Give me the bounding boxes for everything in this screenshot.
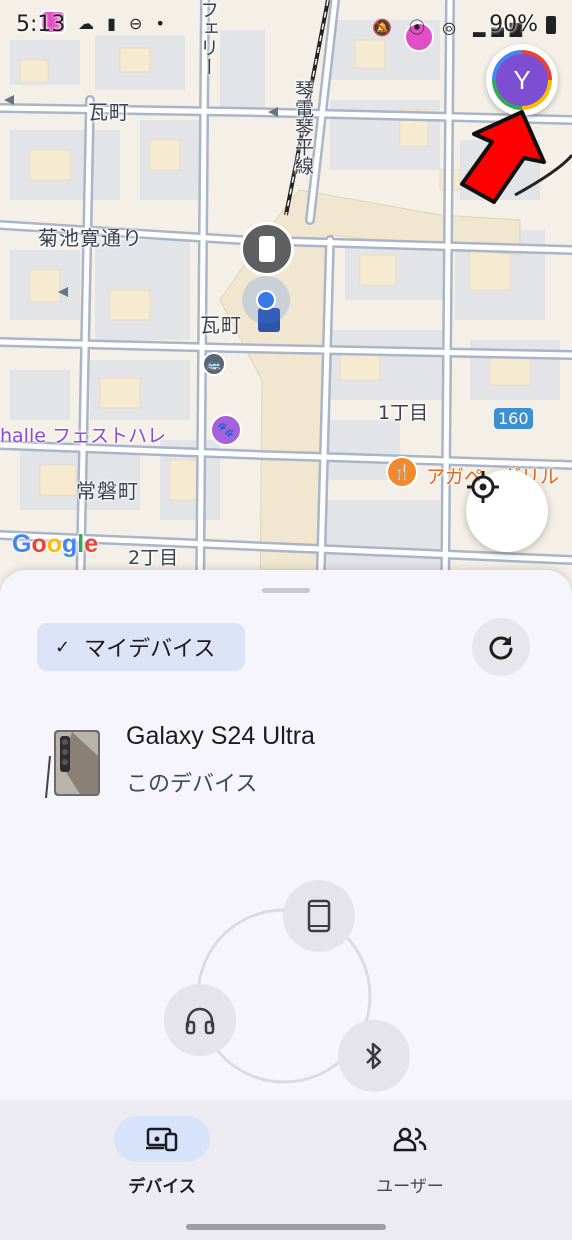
nav-devices-pill bbox=[114, 1116, 210, 1162]
device-subtitle: このデバイス bbox=[126, 772, 258, 797]
bottom-sheet[interactable]: ✓ マイデバイス Galaxy S24 Ultra このデバイス bbox=[0, 570, 572, 1100]
nav-users-label: ユーザー bbox=[376, 1177, 444, 1197]
map-label-tokiwamachi: 常磐町 bbox=[76, 479, 139, 503]
status-time: 5:13 bbox=[16, 12, 66, 37]
map-label-itchome: 1丁目 bbox=[378, 402, 429, 424]
gesture-home-bar[interactable] bbox=[186, 1224, 386, 1230]
check-icon: ✓ bbox=[55, 636, 71, 658]
bottom-navigation: デバイス ユーザー bbox=[0, 1100, 572, 1240]
nav-devices-tab[interactable]: デバイス bbox=[82, 1116, 242, 1206]
bluetooth-icon bbox=[366, 1042, 382, 1070]
device-search-radar bbox=[160, 880, 420, 1110]
refresh-button[interactable] bbox=[472, 618, 530, 676]
map-label-station: 瓦町 bbox=[200, 313, 242, 337]
status-left-icons: ☁ ▮ ⊖ • bbox=[78, 14, 169, 33]
device-name: Galaxy S24 Ultra bbox=[126, 722, 315, 750]
my-location-button[interactable] bbox=[466, 470, 548, 552]
my-devices-filter-chip[interactable]: ✓ マイデバイス bbox=[37, 623, 245, 671]
radar-headphones-node bbox=[164, 984, 236, 1056]
battery-icon bbox=[546, 16, 556, 34]
device-marker[interactable] bbox=[240, 222, 294, 276]
status-bar: 5:13 ☁ ▮ ⊖ • 🔕 ⦿ ◎ ▂▄▆ 90% bbox=[0, 0, 572, 48]
refresh-icon bbox=[489, 636, 513, 660]
phone-icon bbox=[259, 236, 275, 262]
phone-icon bbox=[307, 899, 331, 933]
map-view[interactable]: 瓦町 フェリー 琴電琴平線 菊池寛通り 瓦町 halle フェストハレ 1丁目 … bbox=[0, 0, 572, 600]
device-thumbnail bbox=[45, 730, 100, 799]
annotation-arrow-icon bbox=[460, 110, 546, 204]
headphones-icon bbox=[185, 1007, 215, 1035]
sheet-drag-handle[interactable] bbox=[262, 588, 310, 593]
radar-bluetooth-node bbox=[338, 1020, 410, 1092]
crosshair-icon bbox=[467, 471, 499, 503]
filter-chip-label: マイデバイス bbox=[84, 637, 216, 662]
map-label-festhalle[interactable]: halle フェストハレ bbox=[0, 421, 166, 448]
map-label-kikuchikan: 菊池寛通り bbox=[38, 226, 143, 250]
nav-users-tab[interactable]: ユーザー bbox=[330, 1116, 490, 1206]
route-badge: 160 bbox=[494, 408, 533, 429]
map-label-kawaramachi-nw: 瓦町 bbox=[88, 100, 130, 124]
my-location-dot bbox=[242, 276, 290, 324]
nav-users-pill bbox=[362, 1116, 458, 1162]
map-label-kotoden-line: 琴電琴平線 bbox=[292, 80, 314, 175]
account-avatar-button[interactable]: Y bbox=[486, 44, 558, 116]
avatar: Y bbox=[496, 54, 548, 106]
bus-stop-icon[interactable]: 🚌 bbox=[202, 352, 226, 376]
device-list-item[interactable]: Galaxy S24 Ultra このデバイス bbox=[0, 710, 572, 810]
nav-devices-label: デバイス bbox=[128, 1177, 196, 1197]
festhalle-pin-icon[interactable]: 🐾 bbox=[210, 414, 242, 446]
google-logo: Google bbox=[12, 530, 99, 558]
devices-icon bbox=[146, 1127, 178, 1152]
radar-phone-node bbox=[283, 880, 355, 952]
map-label-nichome: 2丁目 bbox=[128, 547, 179, 569]
people-icon bbox=[393, 1127, 427, 1152]
battery-level: 90% bbox=[489, 12, 538, 37]
restaurant-pin-icon[interactable]: 🍴 bbox=[386, 456, 418, 488]
